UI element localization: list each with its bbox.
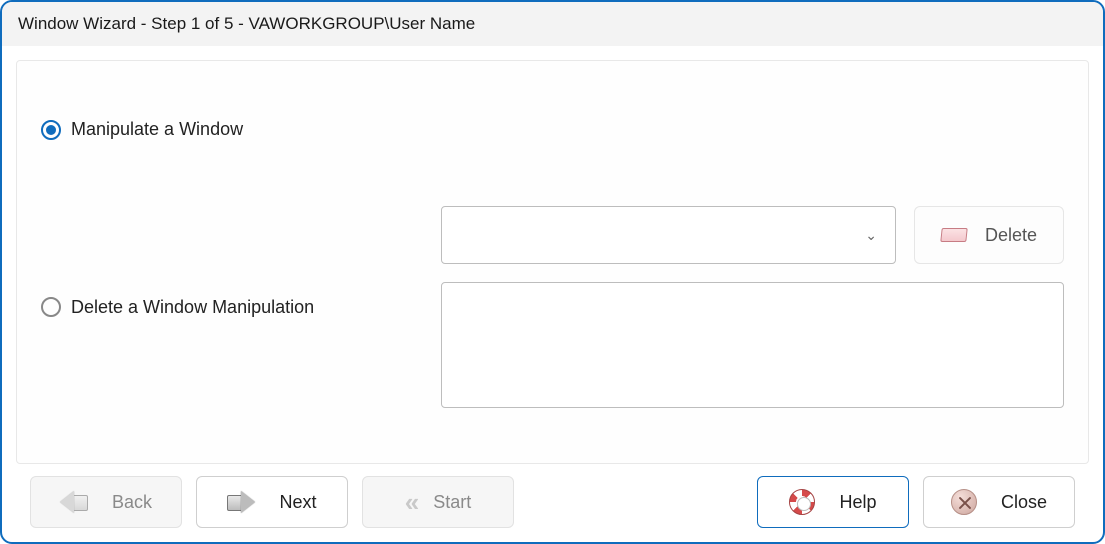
close-icon [951, 489, 977, 515]
wizard-panel: Manipulate a Window Delete a Window Mani… [16, 60, 1089, 464]
delete-button[interactable]: Delete [914, 206, 1064, 264]
close-button[interactable]: Close [923, 476, 1075, 528]
radio-unselected-icon [41, 297, 61, 317]
next-button[interactable]: Next [196, 476, 348, 528]
option-delete-label: Delete a Window Manipulation [71, 297, 314, 318]
delete-controls-column: ⌄ Delete [441, 206, 1064, 408]
close-button-label: Close [1001, 492, 1047, 513]
next-button-label: Next [279, 492, 316, 513]
delete-button-label: Delete [985, 225, 1037, 246]
back-button-label: Back [112, 492, 152, 513]
arrow-right-icon [227, 491, 255, 513]
delete-top-row: ⌄ Delete [441, 206, 1064, 264]
help-button[interactable]: Help [757, 476, 909, 528]
manipulation-combobox[interactable]: ⌄ [441, 206, 896, 264]
option-manipulate[interactable]: Manipulate a Window [41, 119, 441, 140]
option-delete[interactable]: Delete a Window Manipulation [41, 297, 441, 318]
content-area: Manipulate a Window Delete a Window Mani… [2, 46, 1103, 542]
lifering-icon [789, 489, 815, 515]
start-button-label: Start [433, 492, 471, 513]
help-button-label: Help [839, 492, 876, 513]
option-delete-row: Delete a Window Manipulation ⌄ Delete [41, 206, 1064, 408]
eraser-icon [940, 228, 967, 242]
wizard-window: Window Wizard - Step 1 of 5 - VAWORKGROU… [0, 0, 1105, 544]
wizard-footer: Back Next « Start Help Close [16, 464, 1089, 542]
back-button[interactable]: Back [30, 476, 182, 528]
radio-selected-icon [41, 120, 61, 140]
titlebar: Window Wizard - Step 1 of 5 - VAWORKGROU… [2, 2, 1103, 46]
arrow-left-icon [60, 491, 88, 513]
window-title: Window Wizard - Step 1 of 5 - VAWORKGROU… [18, 14, 475, 34]
option-manipulate-row: Manipulate a Window [41, 119, 1064, 140]
option-manipulate-label: Manipulate a Window [71, 119, 243, 140]
double-chevron-left-icon: « [405, 487, 409, 518]
start-button[interactable]: « Start [362, 476, 514, 528]
manipulation-listbox[interactable] [441, 282, 1064, 408]
chevron-down-icon: ⌄ [865, 227, 877, 244]
